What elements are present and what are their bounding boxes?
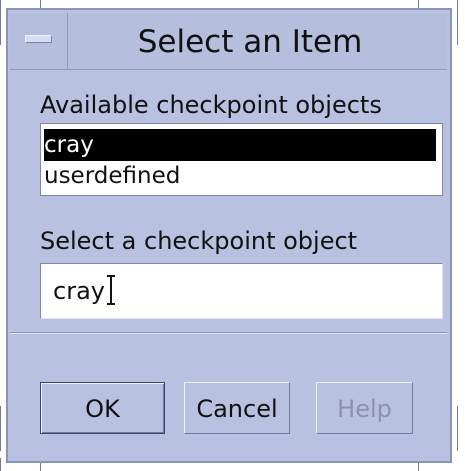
frame-tick — [0, 0, 1, 45]
list-item-userdefined[interactable]: userdefined — [44, 160, 436, 192]
checkpoint-object-list[interactable]: cray userdefined — [40, 123, 443, 196]
ok-button[interactable]: OK — [40, 382, 165, 434]
text-cursor-icon — [107, 275, 115, 305]
title-bar[interactable]: Select an Item — [10, 13, 447, 70]
frame-tick — [457, 406, 458, 451]
checkpoint-object-input[interactable]: cray — [40, 263, 443, 319]
list-item-cray[interactable]: cray — [44, 129, 436, 161]
window-title: Select an Item — [137, 24, 363, 60]
window-menu-button[interactable] — [10, 13, 68, 69]
frame-tick — [40, 463, 41, 471]
available-objects-label: Available checkpoint objects — [40, 91, 382, 119]
input-value: cray — [53, 277, 105, 305]
frame-tick — [0, 406, 1, 451]
frame-tick — [418, 0, 419, 8]
window-menu-icon — [25, 35, 52, 43]
select-object-label: Select a checkpoint object — [40, 227, 358, 255]
button-separator — [10, 332, 447, 334]
cancel-button[interactable]: Cancel — [184, 382, 290, 434]
frame-tick — [40, 0, 41, 8]
screen-frame: Select an Item Available checkpoint obje… — [0, 0, 465, 471]
frame-tick — [418, 463, 419, 471]
dialog-content: Available checkpoint objects cray userde… — [10, 70, 447, 458]
frame-tick — [457, 0, 458, 45]
help-button[interactable]: Help — [316, 382, 413, 434]
frame-tick — [0, 458, 1, 471]
